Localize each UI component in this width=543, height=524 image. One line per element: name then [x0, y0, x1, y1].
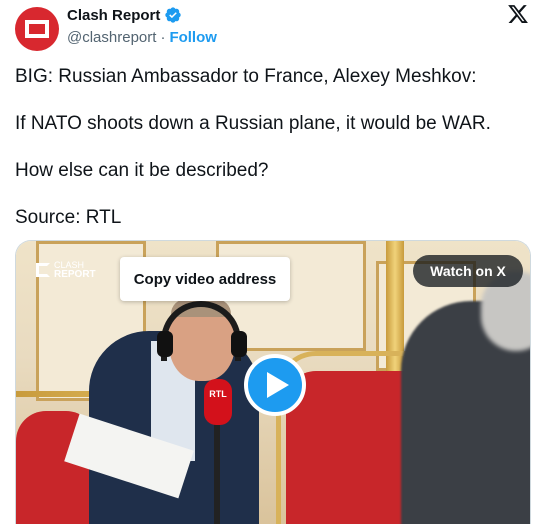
tweet-line-headline: BIG: Russian Ambassador to France, Alexe…	[15, 66, 477, 87]
name-row: Clash Report	[67, 4, 182, 26]
watermark-logo-icon	[36, 263, 50, 277]
watermark-logo: CLASH REPORT	[36, 260, 96, 280]
avatar-logo-icon	[25, 20, 49, 38]
tweet-line-source: Source: RTL	[15, 207, 122, 228]
play-icon	[266, 372, 289, 398]
mic-stand	[214, 421, 220, 524]
x-logo-icon[interactable]	[507, 3, 529, 25]
verified-badge-icon	[165, 7, 182, 23]
handle-row: @clashreport · Follow	[67, 27, 217, 47]
tweet-header: Clash Report @clashreport · Follow	[15, 3, 533, 53]
microphone-icon	[204, 379, 232, 425]
display-name[interactable]: Clash Report	[67, 7, 160, 24]
headphone-ear	[231, 331, 247, 357]
video-player[interactable]: RTL CLASH REPORT Copy video address Watc…	[15, 240, 531, 524]
watermark-line2: REPORT	[54, 269, 96, 280]
watermark-text: CLASH REPORT	[54, 260, 96, 280]
follow-button[interactable]: Follow	[169, 29, 217, 46]
user-handle[interactable]: @clashreport	[67, 29, 156, 46]
mic-label: RTL	[209, 389, 227, 399]
tweet-line-quote: If NATO shoots down a Russian plane, it …	[15, 113, 491, 134]
avatar[interactable]	[15, 7, 59, 51]
copy-video-address-button[interactable]: Copy video address	[120, 257, 290, 301]
play-button[interactable]	[244, 354, 306, 416]
tweet-line-question: How else can it be described?	[15, 160, 269, 181]
headphone-ear	[157, 331, 173, 357]
separator-dot: ·	[160, 28, 166, 46]
watch-on-x-button[interactable]: Watch on X	[413, 255, 523, 287]
